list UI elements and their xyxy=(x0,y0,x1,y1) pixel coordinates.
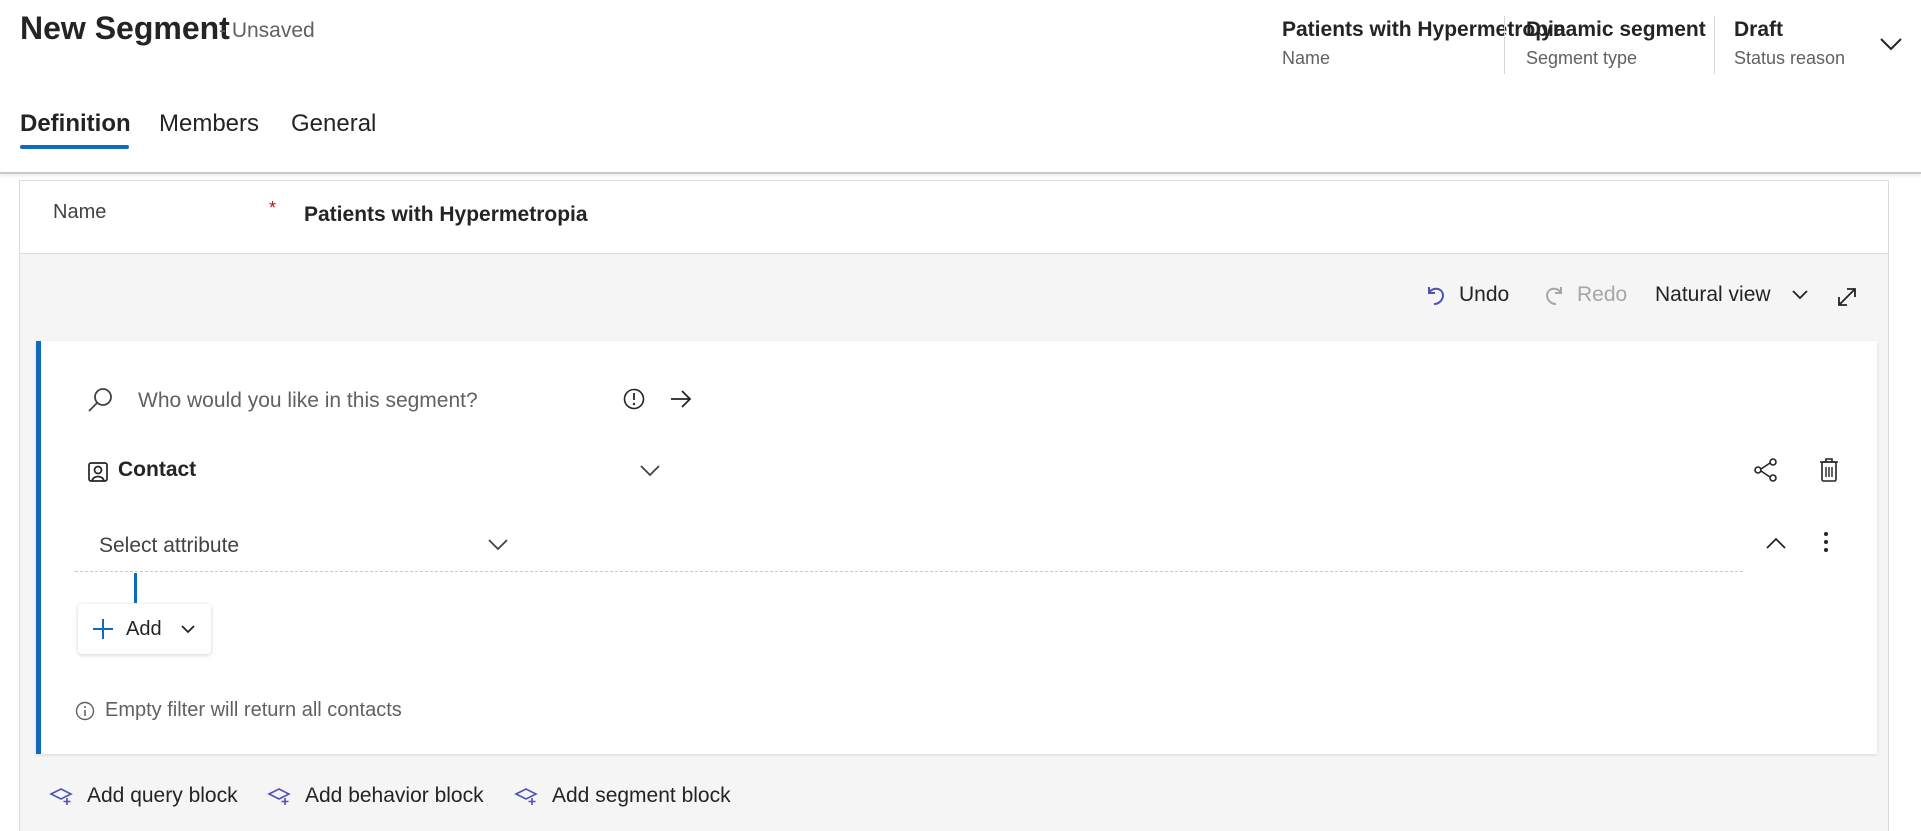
header-field-name: Patients with Hypermetropia Name xyxy=(1282,18,1566,69)
empty-filter-notice: Empty filter will return all contacts xyxy=(75,699,402,722)
plus-icon xyxy=(92,618,114,640)
redo-icon xyxy=(1543,283,1565,307)
search-icon xyxy=(86,386,114,414)
required-indicator: * xyxy=(269,198,277,218)
header-field-segment-type: Dynamic segment Segment type xyxy=(1526,18,1706,69)
attribute-row-divider xyxy=(75,571,1743,572)
add-behavior-block-label: Add behavior block xyxy=(305,784,484,807)
collapse-chevron-up-icon[interactable] xyxy=(1765,536,1787,550)
view-selector-label: Natural view xyxy=(1655,283,1771,306)
query-block: Contact Select attribute Add xyxy=(36,341,1877,754)
relationship-share-icon[interactable] xyxy=(1753,457,1779,483)
add-query-block-button[interactable]: Add query block xyxy=(49,784,238,808)
undo-button[interactable]: Undo xyxy=(1425,283,1509,307)
add-condition-label: Add xyxy=(126,617,162,640)
tab-general[interactable]: General xyxy=(291,110,376,138)
info-icon[interactable] xyxy=(622,387,646,411)
chevron-down-icon xyxy=(1791,289,1809,301)
save-status: - Unsaved xyxy=(219,19,315,42)
page-header: New Segment - Unsaved Patients with Hype… xyxy=(0,0,1921,174)
active-tab-indicator xyxy=(20,145,129,149)
header-segment-type-label: Segment type xyxy=(1526,48,1638,68)
delete-trash-icon[interactable] xyxy=(1818,457,1840,483)
add-segment-block-label: Add segment block xyxy=(552,784,731,807)
page-title: New Segment xyxy=(20,10,230,46)
add-segment-block-button[interactable]: Add segment block xyxy=(514,784,731,808)
add-query-block-label: Add query block xyxy=(87,784,238,807)
attribute-selector[interactable]: Select attribute xyxy=(99,534,239,558)
entity-selector-label[interactable]: Contact xyxy=(118,458,196,482)
redo-label: Redo xyxy=(1577,283,1628,306)
redo-button[interactable]: Redo xyxy=(1543,283,1627,307)
header-expand-chevron-down-icon[interactable] xyxy=(1879,36,1903,52)
more-options-icon[interactable] xyxy=(1822,530,1830,554)
name-field-label: Name xyxy=(53,201,107,223)
name-field-row: Name * Patients with Hypermetropia xyxy=(20,181,1888,254)
add-behavior-block-icon xyxy=(267,786,291,806)
add-query-block-icon xyxy=(49,786,73,806)
view-selector[interactable]: Natural view xyxy=(1655,283,1809,307)
undo-label: Undo xyxy=(1459,283,1510,306)
empty-filter-text: Empty filter will return all contacts xyxy=(105,699,402,721)
header-name-label: Name xyxy=(1282,48,1331,68)
fullscreen-expand-icon[interactable] xyxy=(1835,285,1859,309)
header-divider xyxy=(1504,16,1505,74)
tab-definition[interactable]: Definition xyxy=(20,110,131,138)
contact-entity-icon xyxy=(87,461,109,483)
undo-icon xyxy=(1425,283,1447,307)
segment-query-input[interactable] xyxy=(136,385,610,417)
submit-arrow-icon[interactable] xyxy=(669,388,693,410)
header-name-value: Patients with Hypermetropia xyxy=(1282,18,1566,41)
attribute-dropdown-chevron-down-icon[interactable] xyxy=(487,538,509,552)
name-field-value[interactable]: Patients with Hypermetropia xyxy=(304,203,588,227)
add-condition-button[interactable]: Add xyxy=(78,604,211,654)
header-divider xyxy=(1714,16,1715,74)
add-segment-block-icon xyxy=(514,786,538,806)
header-status-label: Status reason xyxy=(1734,48,1846,68)
add-behavior-block-button[interactable]: Add behavior block xyxy=(267,784,484,808)
info-icon xyxy=(75,701,95,721)
chevron-down-icon xyxy=(180,624,196,634)
segment-definition-panel: Name * Patients with Hypermetropia Undo … xyxy=(19,180,1889,831)
header-segment-type-value: Dynamic segment xyxy=(1526,18,1706,41)
entity-dropdown-chevron-down-icon[interactable] xyxy=(639,464,661,478)
condition-connector-line xyxy=(134,573,137,603)
header-field-status-reason: Draft Status reason xyxy=(1734,18,1845,69)
header-status-value: Draft xyxy=(1734,18,1784,41)
tab-members[interactable]: Members xyxy=(159,110,259,138)
